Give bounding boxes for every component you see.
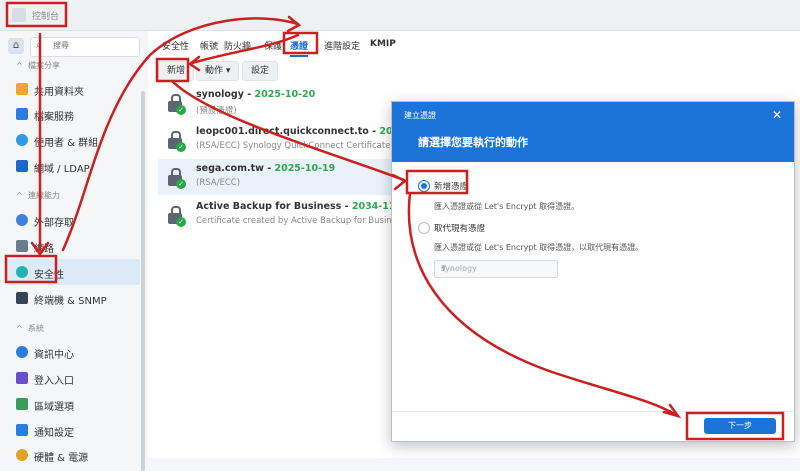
terminal-icon [16, 292, 28, 304]
sidebar-item-login-portal[interactable]: 登入入口 [6, 365, 140, 391]
sidebar-item-file-services[interactable]: 檔案服務 [6, 101, 140, 127]
chevron-up-icon: ^ [16, 191, 23, 200]
tab-account[interactable]: 帳號 [200, 39, 218, 52]
lock-icon: ✓ [168, 206, 186, 227]
security-icon [16, 266, 28, 278]
cert-description: (RSA/ECC) [196, 178, 241, 188]
users-icon [16, 134, 28, 146]
tab-advanced[interactable]: 進階設定 [324, 39, 360, 52]
sidebar-item-shared-folder[interactable]: 共用資料夾 [6, 76, 140, 102]
search-icon: ⌕ [36, 40, 42, 51]
add-button[interactable]: 新增 [158, 61, 195, 81]
home-icon[interactable]: ⌂ [8, 38, 24, 54]
radio-replace-certificate[interactable] [418, 222, 430, 234]
radio-add-certificate[interactable] [418, 180, 430, 192]
sidebar-item-network[interactable]: 網路 [6, 233, 140, 259]
title-bar: 控制台 [0, 0, 800, 31]
dialog-header: 建立憑證 ✕ 請選擇您要執行的動作 [392, 102, 794, 162]
cert-name: Active Backup for Business - 2034-11-25 [196, 201, 413, 212]
chevron-down-icon: ▼ [441, 264, 447, 272]
sidebar-item-security[interactable]: 安全性 [6, 259, 140, 285]
network-icon [16, 240, 28, 252]
lock-icon: ✓ [168, 131, 186, 152]
check-icon: ✓ [176, 217, 186, 227]
option-add-label[interactable]: 新增憑證 [434, 180, 468, 192]
create-certificate-dialog: 建立憑證 ✕ 請選擇您要執行的動作 新增憑證 匯入憑證或從 Let's Encr… [391, 101, 795, 442]
tab-security[interactable]: 安全性 [162, 39, 189, 52]
sidebar-item-notification[interactable]: 通知設定 [6, 417, 140, 443]
divider [392, 411, 794, 412]
sidebar: ⌂ ⌕ ^檔案分享 共用資料夾 檔案服務 使用者 & 群組 網域 / LDAP … [0, 31, 148, 471]
cert-name: synology - 2025-10-20 [196, 89, 316, 100]
cert-description: (預設憑證) [196, 106, 237, 116]
tab-firewall[interactable]: 防火牆 [224, 39, 251, 52]
folder-icon [16, 83, 28, 95]
domain-icon [16, 160, 28, 172]
option-add-description: 匯入憑證或從 Let's Encrypt 取得憑證。 [434, 202, 580, 211]
sidebar-item-hardware[interactable]: 硬體 & 電源 [6, 442, 140, 468]
next-button[interactable]: 下一步 [704, 418, 776, 434]
app-title: 控制台 [32, 12, 60, 22]
hardware-icon [16, 449, 28, 461]
option-replace-label[interactable]: 取代現有憑證 [434, 222, 485, 234]
login-portal-icon [16, 372, 28, 384]
certificate-select[interactable]: synology ▼ [434, 260, 558, 278]
tab-certificate[interactable]: 憑證 [290, 39, 309, 57]
cert-description: Certificate created by Active Backup for… [196, 216, 406, 226]
cert-name: sega.com.tw - 2025-10-19 [196, 163, 336, 174]
chevron-up-icon: ^ [16, 61, 23, 70]
tab-protection[interactable]: 保護 [264, 39, 282, 52]
notification-icon [16, 424, 28, 436]
toolbar: 新增 動作 ▾ 設定 [148, 61, 800, 83]
sidebar-item-domain[interactable]: 網域 / LDAP [6, 153, 140, 179]
tab-kmip[interactable]: KMIP [370, 39, 396, 49]
check-icon: ✓ [176, 105, 186, 115]
sidebar-item-external-access[interactable]: 外部存取 [6, 207, 140, 233]
lock-icon: ✓ [168, 94, 186, 115]
external-access-icon [16, 214, 28, 226]
regional-icon [16, 398, 28, 410]
tab-bar: 安全性 帳號 防火牆 保護 憑證 進階設定 KMIP [148, 31, 800, 57]
cert-description: (RSA/ECC) Synology QuickConnect Certific… [196, 141, 391, 151]
sidebar-item-info-center[interactable]: 資訊中心 [6, 339, 140, 365]
section-header[interactable]: ^ 連線能力 [16, 190, 60, 201]
section-header[interactable]: ^ 系統 [16, 323, 44, 334]
check-icon: ✓ [176, 142, 186, 152]
settings-button[interactable]: 設定 [242, 61, 279, 81]
chevron-up-icon: ^ [16, 324, 23, 333]
sidebar-scrollbar[interactable] [141, 91, 145, 471]
lock-icon: ✓ [168, 168, 186, 189]
control-panel-icon [12, 8, 26, 22]
file-services-icon [16, 108, 28, 120]
option-replace-description: 匯入憑證或從 Let's Encrypt 取得憑證，以取代現有憑證。 [434, 243, 644, 252]
check-icon: ✓ [176, 179, 186, 189]
search-box[interactable]: ⌕ [30, 37, 140, 57]
close-icon[interactable]: ✕ [772, 108, 782, 122]
info-icon [16, 346, 28, 358]
action-dropdown-button[interactable]: 動作 ▾ [196, 61, 240, 81]
dialog-heading: 請選擇您要執行的動作 [418, 136, 528, 149]
section-header[interactable]: ^ 檔案分享 [16, 60, 60, 71]
sidebar-item-terminal[interactable]: 終端機 & SNMP [6, 285, 140, 311]
sidebar-item-regional[interactable]: 區域選項 [6, 391, 140, 417]
search-input[interactable] [51, 40, 135, 51]
sidebar-item-users[interactable]: 使用者 & 群組 [6, 127, 140, 153]
dialog-title: 建立憑證 [404, 111, 436, 120]
